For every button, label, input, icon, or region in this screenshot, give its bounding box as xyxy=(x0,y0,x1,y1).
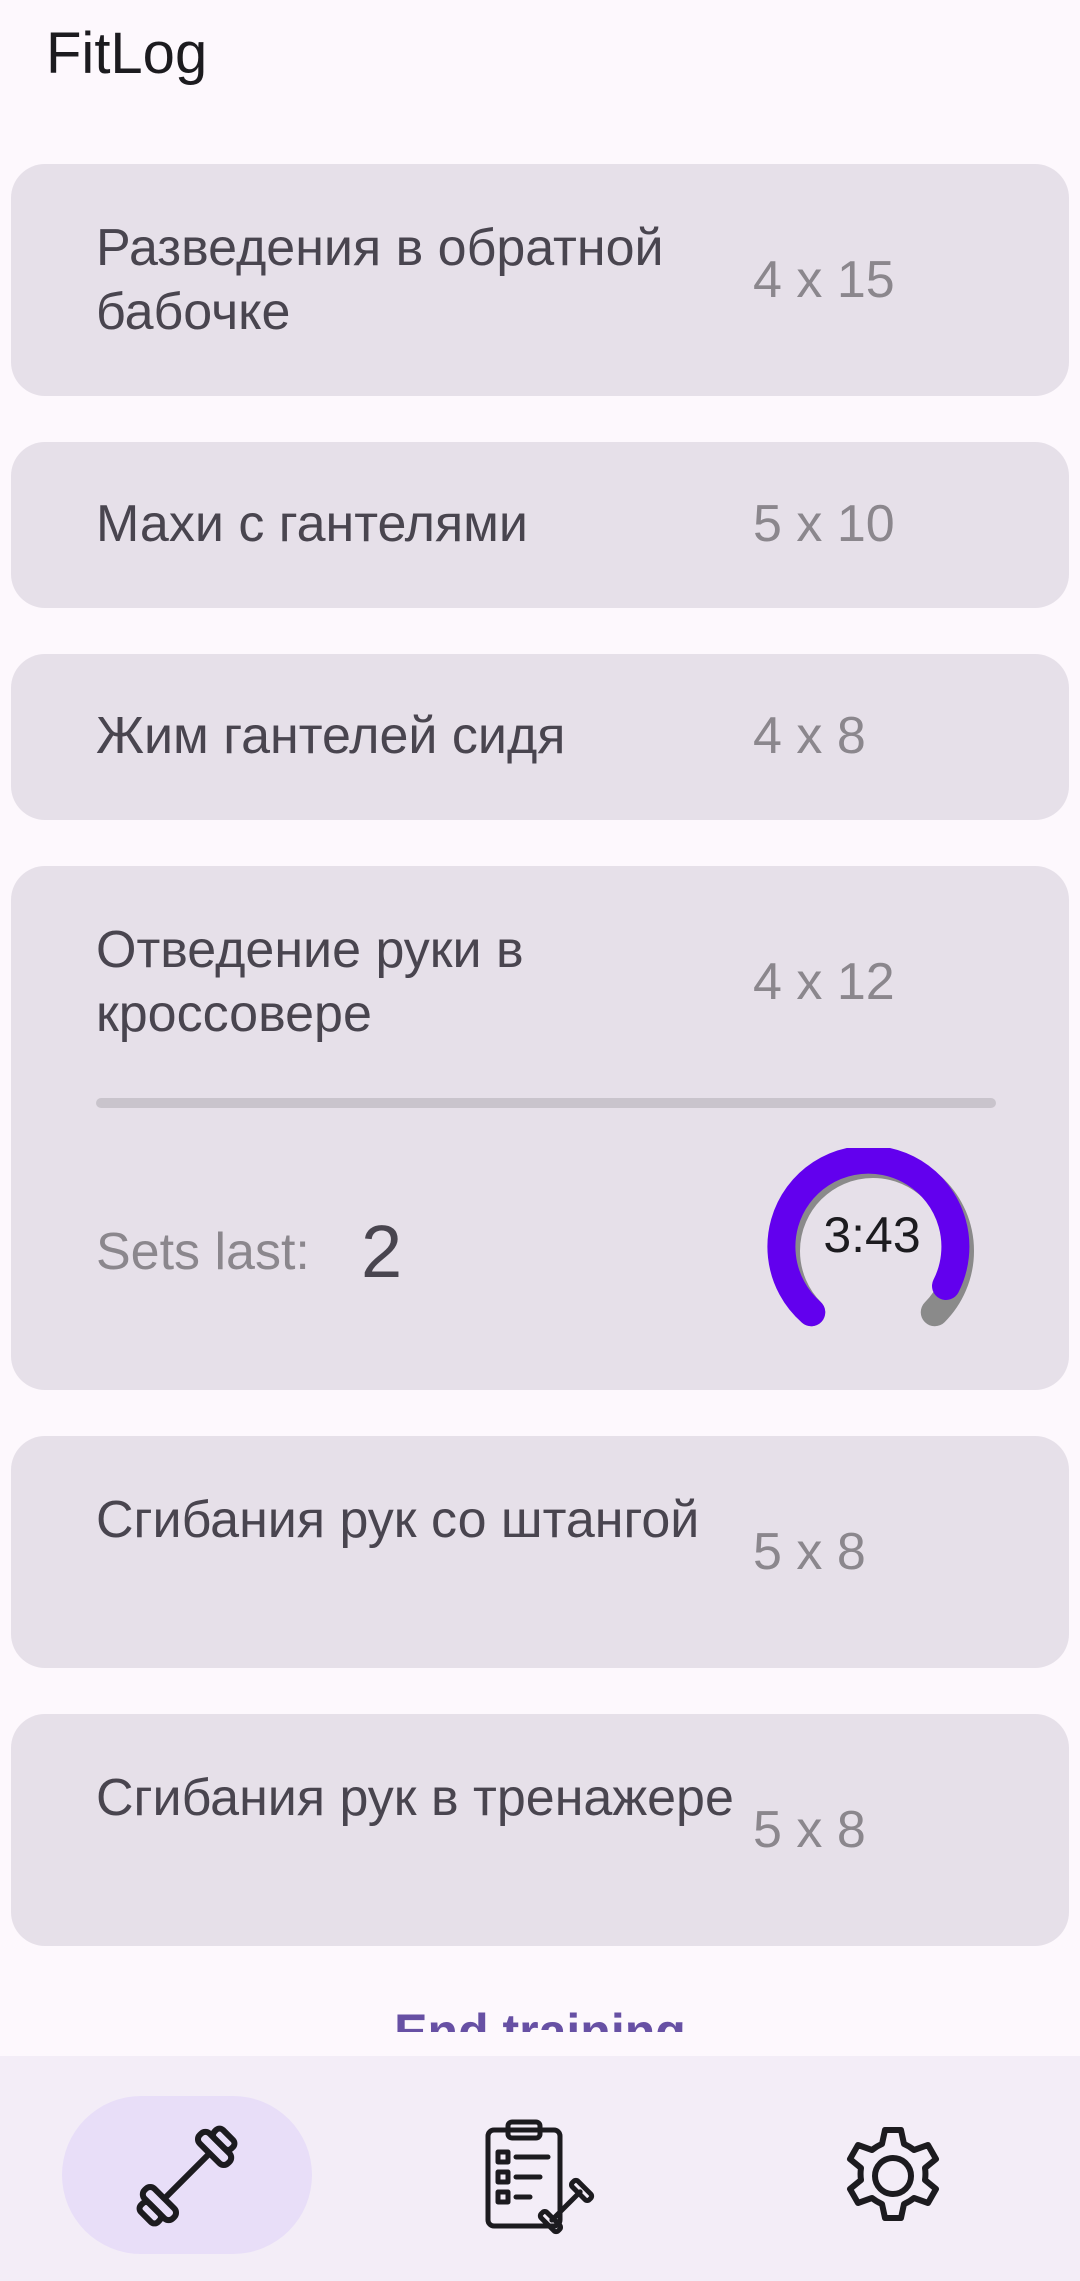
exercise-card-active[interactable]: Отведение руки в кроссовере 4 x 12 Sets … xyxy=(11,866,1069,1390)
exercise-name: Отведение руки в кроссовере xyxy=(96,921,524,1043)
end-training-button[interactable]: End training xyxy=(0,1996,1080,2032)
exercise-sets: 4 x 15 xyxy=(753,251,895,309)
exercise-card[interactable]: Жим гантелей сидя 4 x 8 xyxy=(11,654,1069,820)
sets-last-label: Sets last: xyxy=(96,1223,310,1281)
nav-item-training[interactable] xyxy=(62,2096,312,2256)
timer-text: 3:43 xyxy=(823,1207,921,1263)
nav-item-settings[interactable] xyxy=(768,2096,1018,2256)
workout-plan-icon xyxy=(485,2119,595,2235)
app-title: FitLog xyxy=(46,21,208,86)
bottom-navigation xyxy=(0,2056,1080,2281)
exercise-sets: 5 x 8 xyxy=(753,1801,866,1859)
exercise-card[interactable]: Сгибания рук со штангой 5 x 8 xyxy=(11,1436,1069,1668)
exercise-card[interactable]: Махи с гантелями 5 x 10 xyxy=(11,442,1069,608)
exercise-sets: 4 x 8 xyxy=(753,707,866,765)
gear-icon xyxy=(847,2127,939,2221)
exercise-sets: 5 x 8 xyxy=(753,1523,866,1581)
exercise-name: Разведения в обратной бабочке xyxy=(96,219,664,341)
dumbbell-icon xyxy=(136,2125,238,2227)
rest-timer[interactable]: 3:43 xyxy=(757,1145,987,1328)
exercise-sets: 5 x 10 xyxy=(753,495,895,553)
exercise-name: Сгибания рук в тренажере xyxy=(96,1769,734,1827)
exercise-card[interactable]: Сгибания рук в тренажере 5 x 8 xyxy=(11,1714,1069,1946)
nav-item-workout-plans[interactable] xyxy=(415,2096,665,2256)
exercise-card[interactable]: Разведения в обратной бабочке 4 x 15 xyxy=(11,164,1069,396)
exercise-name: Сгибания рук со штангой xyxy=(96,1491,700,1549)
sets-last-value: 2 xyxy=(361,1210,403,1293)
exercise-name: Жим гантелей сидя xyxy=(96,707,566,765)
exercise-sets: 4 x 12 xyxy=(753,953,895,1011)
exercise-name: Махи с гантелями xyxy=(96,495,528,553)
divider xyxy=(96,1098,996,1108)
